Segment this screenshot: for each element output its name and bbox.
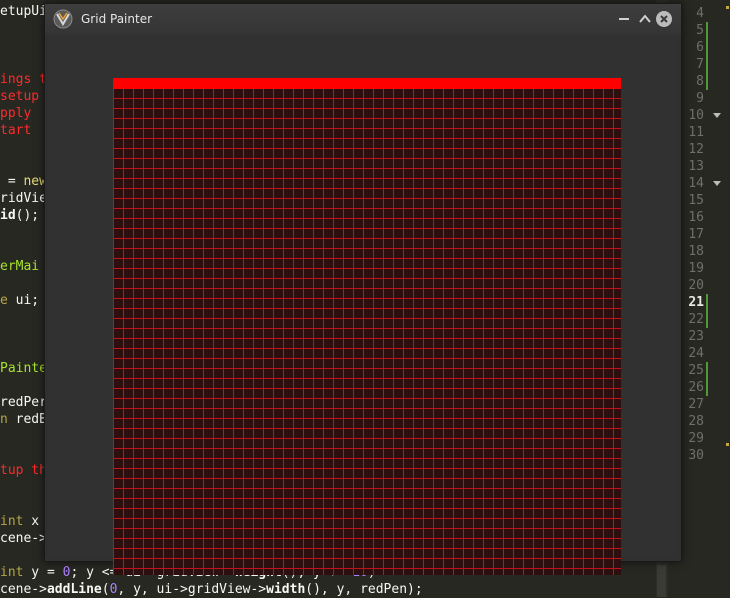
code-token: erMai [0, 259, 40, 274]
minimize-icon[interactable] [615, 10, 633, 28]
code-line[interactable]: pply [0, 105, 31, 122]
code-token: ( [101, 582, 110, 597]
app-icon [53, 9, 73, 29]
code-line[interactable]: e ui; [0, 292, 39, 309]
modified-line-marker [706, 294, 708, 311]
edge-marker [726, 443, 729, 446]
modified-line-marker [706, 39, 708, 56]
modified-line-marker [706, 22, 708, 39]
code-line[interactable]: ridVie [0, 190, 47, 207]
code-token: width [266, 582, 306, 597]
editor-scrollbar-thumb[interactable] [657, 565, 666, 597]
code-token: int [0, 565, 24, 580]
window-titlebar[interactable]: Grid Painter [45, 4, 681, 35]
grid-view[interactable] [113, 78, 621, 575]
code-token: ings t [0, 72, 47, 87]
maximize-icon[interactable] [636, 10, 654, 28]
window-client-area [49, 35, 677, 575]
code-token: pply [0, 106, 32, 121]
code-token: tup th [0, 463, 47, 478]
code-token: cene-> [0, 531, 47, 546]
code-token: cene-> [0, 582, 47, 597]
code-token: (); [15, 208, 40, 223]
modified-line-marker [706, 56, 708, 73]
code-token: tart [0, 123, 32, 138]
close-icon[interactable] [655, 10, 673, 28]
window-title: Grid Painter [81, 12, 153, 26]
code-line[interactable]: int x [0, 513, 39, 530]
code-token: x [23, 514, 40, 529]
code-line[interactable]: cene-> [0, 530, 47, 547]
fold-arrow-icon[interactable] [713, 181, 721, 186]
grid-top-bar [113, 78, 621, 89]
code-token: redPer [0, 395, 47, 410]
code-token: Painte [0, 361, 47, 376]
code-token: , y, ui->gridView-> [117, 582, 267, 597]
grid-painter-window[interactable]: Grid Painter [44, 3, 682, 575]
modified-line-marker [706, 73, 708, 90]
code-line[interactable]: id(); [0, 207, 39, 224]
code-line[interactable]: ings t [0, 71, 47, 88]
code-token: etupUi [0, 4, 47, 19]
code-line[interactable]: setup [0, 88, 39, 105]
code-token: e [0, 293, 8, 308]
code-line[interactable]: tart [0, 122, 31, 139]
code-line[interactable]: = new [0, 173, 47, 190]
code-token: (), y, redPen); [305, 582, 423, 597]
code-token: ui; [7, 293, 40, 308]
code-token: setup [0, 89, 40, 104]
code-line[interactable]: Painte [0, 360, 47, 377]
code-token: n [0, 412, 8, 427]
code-token: y = [23, 565, 63, 580]
modified-line-marker [706, 362, 708, 379]
modified-line-marker [706, 379, 708, 396]
code-line[interactable]: etupUi [0, 3, 47, 20]
code-line[interactable]: n redB [0, 411, 47, 428]
code-line[interactable]: redPer [0, 394, 47, 411]
modified-line-marker [706, 311, 708, 328]
edge-marker [726, 6, 729, 9]
code-token: = [0, 174, 24, 189]
code-token: addLine [46, 582, 102, 597]
code-token: int [0, 514, 24, 529]
fold-arrow-icon[interactable] [713, 113, 721, 118]
code-token: ridVie [0, 191, 47, 206]
code-token: redB [7, 412, 47, 427]
code-line[interactable]: erMai [0, 258, 39, 275]
code-line[interactable]: tup th [0, 462, 47, 479]
code-token: id [0, 208, 16, 223]
code-line[interactable]: cene->addLine(0, y, ui->gridView->width(… [0, 581, 423, 598]
